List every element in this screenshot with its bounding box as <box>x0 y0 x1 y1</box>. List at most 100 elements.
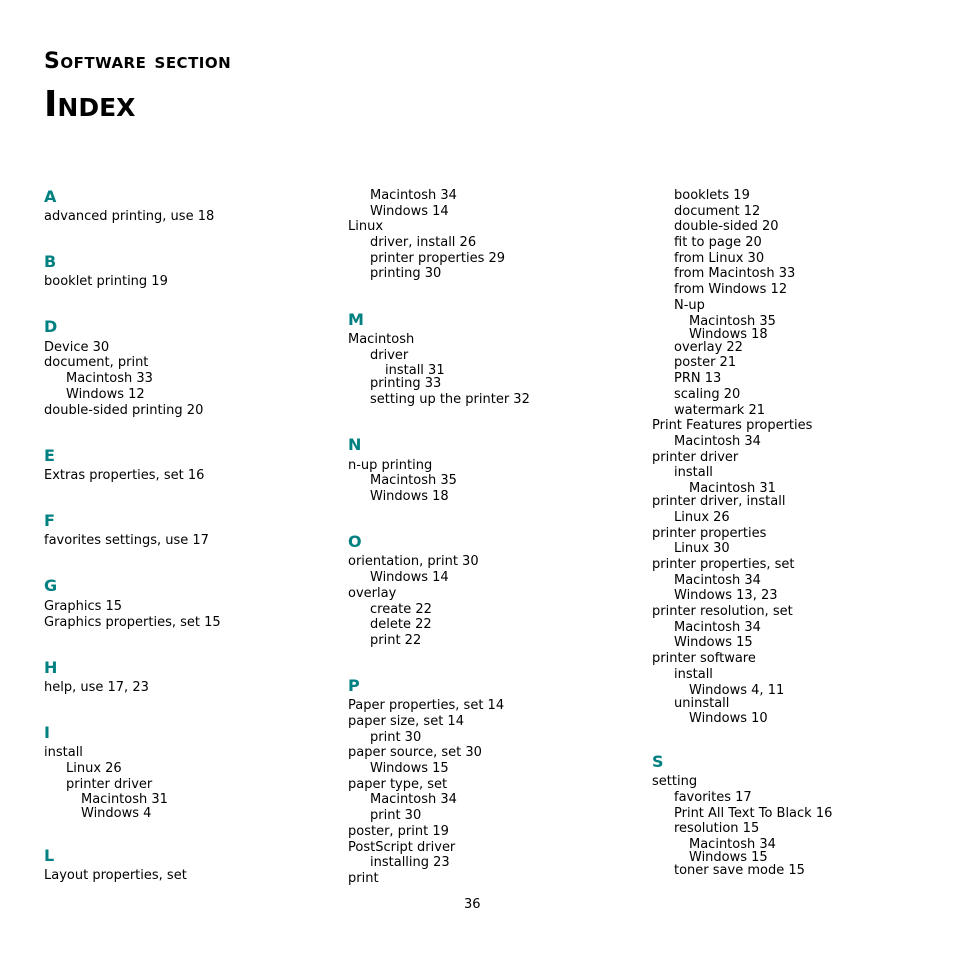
index-entry: booklets 19 <box>674 188 750 203</box>
index-entry: double-sided printing 20 <box>44 403 204 418</box>
letter-heading: N <box>348 435 362 454</box>
index-entry: watermark 21 <box>674 403 765 418</box>
index-entry: Linux 26 <box>66 761 122 776</box>
index-entry: install <box>674 465 713 480</box>
index-entry: favorites settings, use 17 <box>44 533 209 548</box>
index-entry: Windows 15 <box>674 635 753 650</box>
index-entry: install <box>44 745 83 760</box>
index-entry: printer properties, set <box>652 557 795 572</box>
index-entry: from Macintosh 33 <box>674 266 796 281</box>
index-entry: Windows 4 <box>81 806 152 821</box>
index-entry: Macintosh 31 <box>81 792 168 807</box>
index-entry: booklet printing 19 <box>44 274 168 289</box>
index-entry: create 22 <box>370 602 432 617</box>
letter-heading: M <box>348 310 364 329</box>
index-entry: driver <box>370 348 409 363</box>
index-entry: Macintosh 33 <box>66 371 153 386</box>
index-entry: from Windows 12 <box>674 282 788 297</box>
index-entry: Linux 30 <box>674 541 730 556</box>
index-entry: printer properties <box>652 526 767 541</box>
index-entry: document 12 <box>674 204 761 219</box>
index-entry: PostScript driver <box>348 840 456 855</box>
index-entry: N-up <box>674 298 705 313</box>
letter-heading: B <box>44 252 57 271</box>
index-entry: printer driver, install <box>652 494 786 509</box>
letter-heading: S <box>652 752 664 771</box>
page-number: 36 <box>464 897 481 912</box>
index-entry: resolution 15 <box>674 821 760 836</box>
index-entry: Linux <box>348 219 384 234</box>
section-heading: Software section <box>44 49 232 74</box>
index-entry: orientation, print 30 <box>348 554 479 569</box>
index-entry: paper source, set 30 <box>348 745 482 760</box>
index-entry: print <box>348 871 379 886</box>
index-entry: scaling 20 <box>674 387 741 402</box>
index-entry: Macintosh 34 <box>674 434 761 449</box>
index-entry: Print All Text To Black 16 <box>674 806 833 821</box>
index-entry: toner save mode 15 <box>674 863 805 878</box>
index-entry: Layout properties, set <box>44 868 187 883</box>
index-entry: print 22 <box>370 633 422 648</box>
index-entry: double-sided 20 <box>674 219 779 234</box>
index-entry: Paper properties, set 14 <box>348 698 505 713</box>
index-entry: print 30 <box>370 730 422 745</box>
index-entry: from Linux 30 <box>674 251 765 266</box>
index-entry: Macintosh <box>348 332 415 347</box>
letter-heading: F <box>44 511 55 530</box>
index-entry: printer driver <box>652 450 739 465</box>
index-entry: driver, install 26 <box>370 235 477 250</box>
letter-heading: O <box>348 532 362 551</box>
letter-heading: A <box>44 187 57 206</box>
index-entry: printer resolution, set <box>652 604 793 619</box>
index-entry: Windows 13, 23 <box>674 588 778 603</box>
index-entry: fit to page 20 <box>674 235 762 250</box>
index-entry: install <box>674 667 713 682</box>
index-entry: Windows 14 <box>370 570 449 585</box>
index-entry: favorites 17 <box>674 790 752 805</box>
index-entry: Windows 18 <box>370 489 449 504</box>
index-entry: PRN 13 <box>674 371 722 386</box>
index-entry: poster, print 19 <box>348 824 449 839</box>
index-entry: overlay 22 <box>674 340 743 355</box>
index-entry: Windows 10 <box>689 711 768 726</box>
index-entry: print 30 <box>370 808 422 823</box>
index-entry: paper type, set <box>348 777 448 792</box>
index-entry: poster 21 <box>674 355 737 370</box>
index-entry: Windows 15 <box>370 761 449 776</box>
index-entry: Windows 12 <box>66 387 145 402</box>
index-entry: installing 23 <box>370 855 450 870</box>
index-entry: Extras properties, set 16 <box>44 468 205 483</box>
index-entry: printer properties 29 <box>370 251 506 266</box>
index-entry: Windows 14 <box>370 204 449 219</box>
index-entry: Macintosh 34 <box>674 573 761 588</box>
index-entry: Print Features properties <box>652 418 813 433</box>
index-entry: n-up printing <box>348 458 433 473</box>
letter-heading: G <box>44 576 58 595</box>
index-entry: printing 33 <box>370 376 442 391</box>
index-entry: setting up the printer 32 <box>370 392 530 407</box>
index-entry: printer software <box>652 651 756 666</box>
index-entry: overlay <box>348 586 397 601</box>
index-entry: delete 22 <box>370 617 432 632</box>
index-entry: Macintosh 34 <box>370 188 457 203</box>
index-entry: Macintosh 34 <box>674 620 761 635</box>
index-entry: help, use 17, 23 <box>44 680 149 695</box>
letter-heading: E <box>44 446 55 465</box>
letter-heading: D <box>44 317 58 336</box>
index-entry: Macintosh 35 <box>370 473 457 488</box>
letter-heading: H <box>44 658 58 677</box>
index-entry: Device 30 <box>44 340 110 355</box>
page-title: Index <box>44 84 136 125</box>
index-entry: advanced printing, use 18 <box>44 209 215 224</box>
index-entry: paper size, set 14 <box>348 714 464 729</box>
index-entry: Linux 26 <box>674 510 730 525</box>
letter-heading: L <box>44 846 55 865</box>
index-entry: document, print <box>44 355 149 370</box>
index-entry: Graphics 15 <box>44 599 123 614</box>
index-entry: Graphics properties, set 15 <box>44 615 221 630</box>
index-entry: printer driver <box>66 777 153 792</box>
letter-heading: I <box>44 723 50 742</box>
index-entry: printing 30 <box>370 266 442 281</box>
index-entry: uninstall <box>674 696 730 711</box>
index-entry: Macintosh 34 <box>370 792 457 807</box>
